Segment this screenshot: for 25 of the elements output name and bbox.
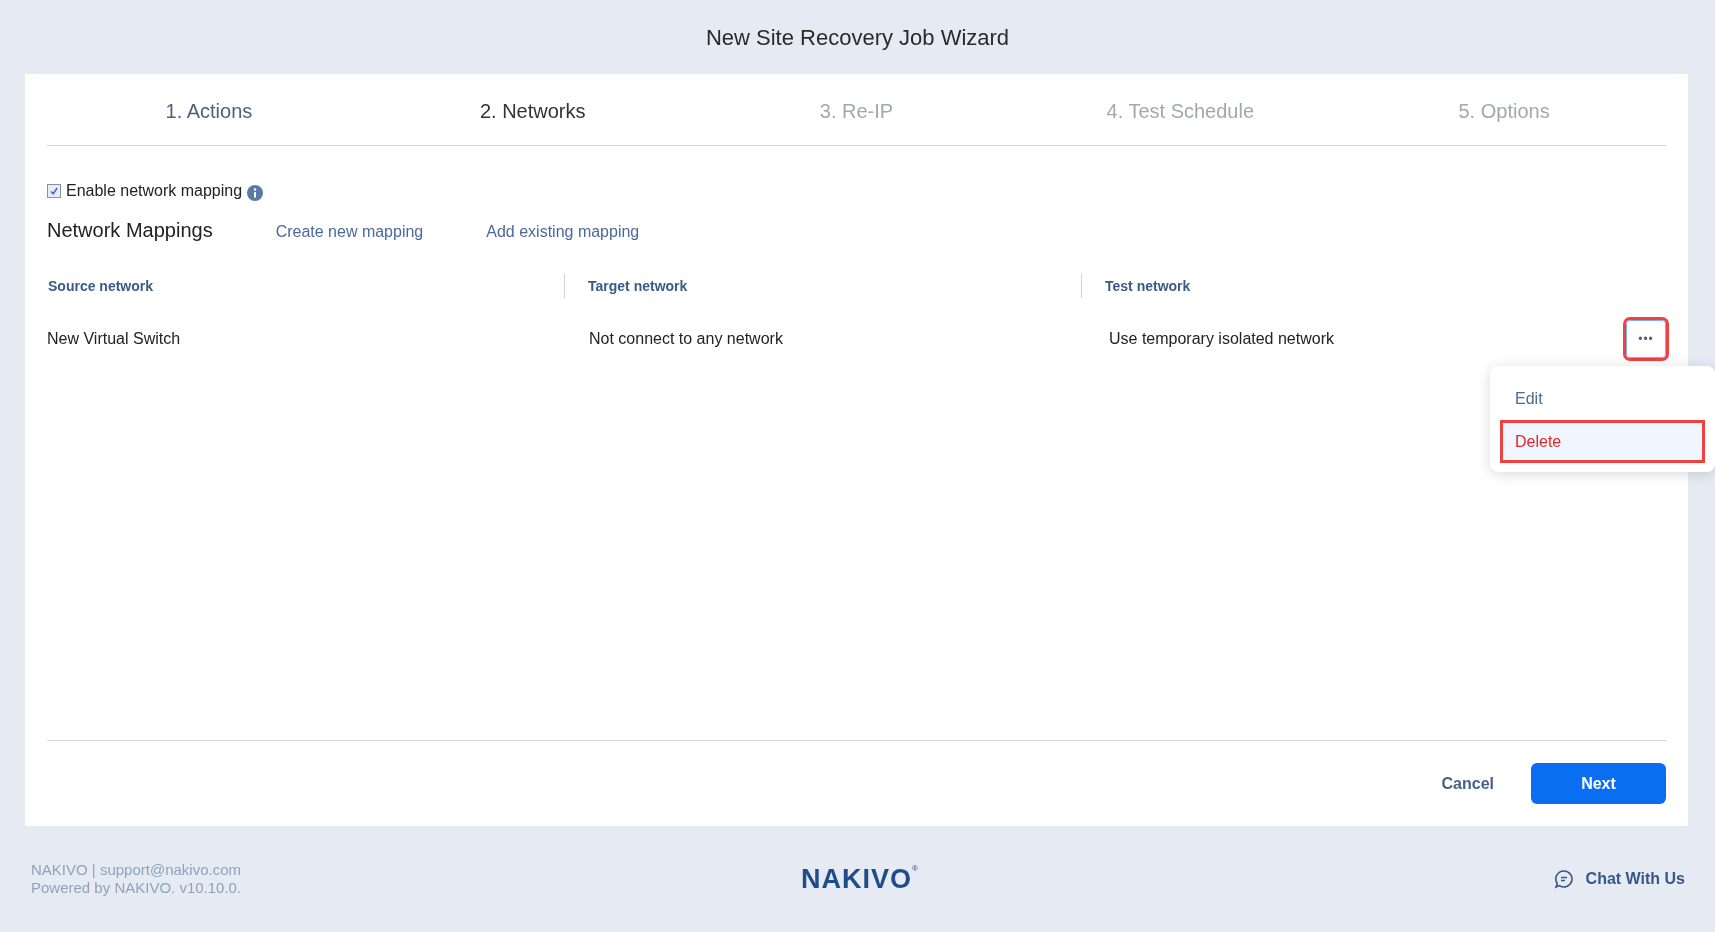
wizard-step-tab[interactable]: 1. Actions — [47, 96, 371, 123]
info-icon[interactable] — [247, 184, 264, 201]
wizard-step-tab[interactable]: 2. Networks — [370, 96, 695, 123]
window-title: New Site Recovery Job Wizard — [705, 25, 1010, 51]
column-header: Test network — [1105, 278, 1191, 294]
next-button[interactable]: Next — [1531, 763, 1666, 804]
section-title: Network Mappings — [47, 219, 213, 242]
table-cell: Not connect to any network — [589, 330, 783, 347]
menu-item[interactable]: Edit — [1500, 377, 1705, 420]
checkbox[interactable] — [47, 184, 61, 198]
menu-item[interactable]: Delete — [1500, 420, 1705, 463]
column-header: Source network — [48, 278, 154, 294]
column-header: Target network — [588, 278, 688, 294]
checkbox-label: Enable network mapping — [66, 182, 243, 200]
footer-text: Powered by NAKIVO. v10.10.0. — [31, 879, 243, 897]
more-button[interactable]: ••• — [1626, 320, 1666, 358]
chat-icon — [1553, 869, 1574, 889]
chat-link[interactable]: Chat With Us — [1553, 869, 1685, 889]
table-cell: New Virtual Switch — [47, 330, 181, 347]
link[interactable]: Add existing mapping — [486, 223, 640, 241]
footer-text: NAKIVO | support@nakivo.com — [31, 861, 243, 879]
logo: NAKIVO$^{®}$ — [801, 863, 919, 895]
link[interactable]: Create new mapping — [275, 223, 424, 241]
cancel-button[interactable]: Cancel — [1429, 766, 1506, 801]
table-cell: Use temporary isolated network — [1109, 330, 1334, 347]
